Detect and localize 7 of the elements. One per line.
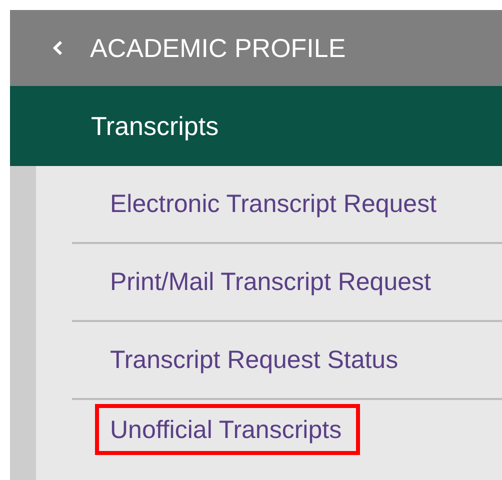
menu-link[interactable]: Electronic Transcript Request bbox=[110, 190, 437, 218]
menu-link[interactable]: Transcript Request Status bbox=[110, 346, 398, 374]
menu-link[interactable]: Print/Mail Transcript Request bbox=[110, 268, 431, 296]
back-chevron-icon[interactable] bbox=[52, 40, 63, 56]
section-title[interactable]: Transcripts bbox=[91, 110, 219, 142]
back-link[interactable]: ACADEMIC PROFILE bbox=[90, 32, 346, 64]
menu-link[interactable]: Unofficial Transcripts bbox=[95, 404, 360, 455]
